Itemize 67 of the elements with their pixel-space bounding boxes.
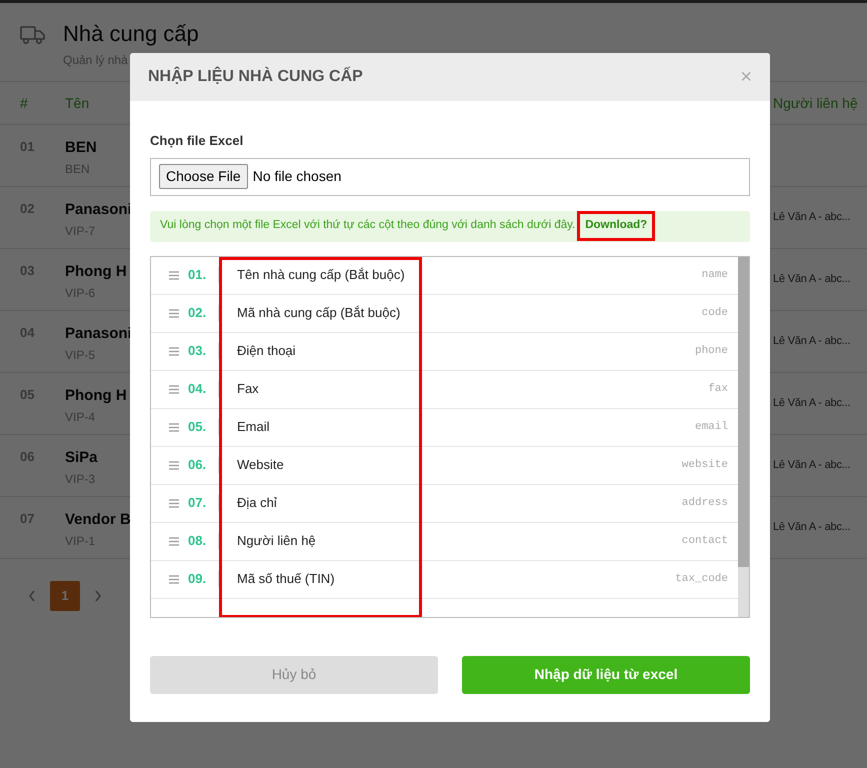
supplier-name: Phong H [65, 386, 127, 406]
chevron-left-icon[interactable] [28, 590, 36, 602]
field-key: phone [694, 342, 738, 360]
field-key: tax_code [675, 570, 738, 588]
close-button[interactable]: × [740, 67, 752, 87]
field-number: 07. [188, 494, 208, 512]
drag-handle-icon[interactable] [169, 536, 179, 546]
field-number: 02. [188, 304, 208, 322]
contact-text: Lê Văn A - abc... [773, 210, 850, 225]
drag-handle-icon[interactable] [169, 574, 179, 584]
field-name: Email [237, 418, 271, 436]
field-number: 08. [188, 532, 208, 550]
field-key: contact [682, 532, 738, 550]
file-status: No file chosen [252, 167, 342, 186]
field-name: Địa chỉ [237, 494, 278, 512]
file-input[interactable]: Choose File No file chosen [150, 158, 750, 196]
field-name: Mã số thuế (TIN) [237, 570, 336, 588]
drag-handle-icon[interactable] [169, 308, 179, 318]
truck-icon [20, 25, 45, 45]
field-key: name [702, 266, 738, 284]
page-button[interactable]: 1 [50, 581, 80, 611]
page-title: Nhà cung cấp [63, 21, 199, 48]
contact-text: Lê Văn A - abc... [773, 520, 850, 535]
drag-handle-icon[interactable] [169, 384, 179, 394]
field-number: 06. [188, 456, 208, 474]
download-link[interactable]: Download? [585, 219, 648, 232]
notice-text: Vui lòng chọn một file Excel với thứ tự các cột theo đúng với danh sách dưới đây. [160, 218, 576, 234]
field-number: 03. [188, 342, 208, 360]
supplier-name: Panasoni [65, 200, 132, 220]
field-label: Chọn file Excel [150, 132, 244, 150]
drag-handle-icon[interactable] [169, 422, 179, 432]
column-header: Tên [65, 94, 90, 112]
cancel-button[interactable]: Hủy bỏ [150, 656, 438, 694]
contact-text: Lê Văn A - abc... [773, 458, 850, 473]
column-header: # [20, 94, 29, 112]
choose-file-button[interactable]: Choose File [159, 164, 248, 189]
import-button[interactable]: Nhập dữ liệu từ excel [462, 656, 750, 694]
drag-handle-icon[interactable] [169, 346, 179, 356]
contact-text: Lê Văn A - abc... [773, 272, 850, 287]
field-name: Điện thoại [237, 342, 297, 360]
field-key: code [702, 304, 738, 322]
supplier-name: Phong H [65, 262, 127, 282]
dialog-title: NHẬP LIỆU NHÀ CUNG CẤP [148, 66, 363, 87]
contact-text: Lê Văn A - abc... [773, 396, 850, 411]
contact-text: Lê Văn A - abc... [773, 334, 850, 349]
drag-handle-icon[interactable] [169, 460, 179, 470]
drag-handle-icon[interactable] [169, 270, 179, 280]
field-number: 09. [188, 570, 208, 588]
supplier-name: BEN [65, 138, 97, 158]
field-name: Mã nhà cung cấp (Bắt buộc) [237, 304, 402, 322]
column-header: Người liên hệ [773, 94, 859, 113]
field-number: 01. [188, 266, 208, 284]
field-key: website [682, 456, 738, 474]
chevron-right-icon[interactable] [94, 590, 102, 602]
supplier-name: SiPa [65, 448, 98, 468]
field-number: 04. [188, 380, 208, 398]
field-name: Người liên hệ [237, 532, 317, 550]
field-key: fax [708, 380, 738, 398]
field-name: Fax [237, 380, 260, 398]
field-key: address [682, 494, 738, 512]
field-name: Tên nhà cung cấp (Bắt buộc) [237, 266, 406, 284]
field-name: Website [237, 456, 285, 474]
field-number: 05. [188, 418, 208, 436]
supplier-name: Vendor B [65, 510, 131, 530]
drag-handle-icon[interactable] [169, 498, 179, 508]
field-key: email [694, 418, 738, 436]
supplier-name: Panasoni [65, 324, 132, 344]
